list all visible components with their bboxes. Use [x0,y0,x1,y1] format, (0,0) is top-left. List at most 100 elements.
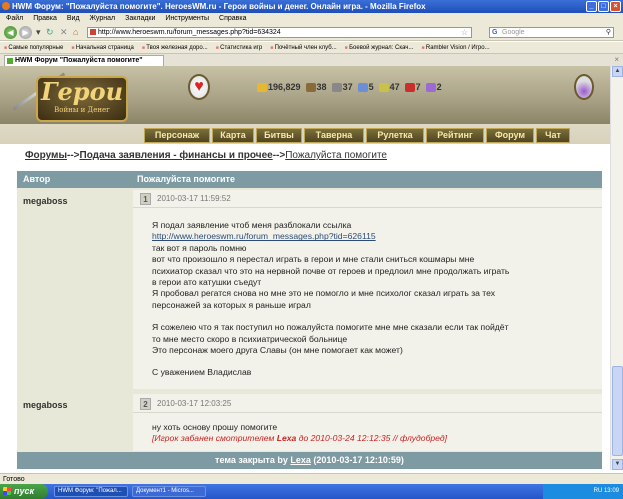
mana-potion-icon [574,74,594,100]
nav-chat[interactable]: Чат [536,128,570,143]
thread-footer: тема закрыта by Lexa (2010-03-17 12:10:5… [17,452,602,469]
post-number[interactable]: 2 [140,398,151,410]
nav-forum[interactable]: Форум [486,128,534,143]
nav-tavern[interactable]: Таверна [304,128,364,143]
taskbar-item-word[interactable]: Документ1 - Micros... [132,486,206,497]
resource-ore: 37 [331,82,353,92]
resource-crystal: 7 [404,82,421,92]
address-text: http://www.heroeswm.ru/forum_messages.ph… [98,29,281,36]
gold-icon [257,82,267,92]
window-title: HWM Форум: "Пожалуйста помогите". Heroes… [12,2,426,11]
nav-battles[interactable]: Битвы [256,128,302,143]
reload-icon[interactable]: ↻ [46,27,54,38]
menu-help[interactable]: Справка [219,13,246,24]
close-button[interactable]: × [610,1,621,12]
nav-rating[interactable]: Рейтинг [426,128,484,143]
resource-wood: 38 [305,82,327,92]
taskbar-item-firefox[interactable]: HWM Форум: "Пожал... [54,486,128,497]
ore-icon [331,82,342,92]
thread-header: Автор Пожалуйста помогите [17,171,602,188]
scroll-down-icon[interactable]: ▼ [612,459,623,470]
search-icon[interactable]: ⚲ [606,28,611,37]
tab-label: HWM Форум "Пожалуйста помогите" [15,57,143,64]
bookmark-item[interactable]: Твоя железная доро... [142,42,207,53]
system-tray: RU 13:09 [543,484,623,499]
post-author[interactable]: megaboss [23,196,68,206]
logo-subtitle: Войны и Денег [54,106,110,114]
health-heart-icon: ♥ [188,74,210,100]
tab-strip: HWM Форум "Пожалуйста помогите" × [0,54,623,66]
home-icon[interactable]: ⌂ [73,27,78,37]
firefox-icon [2,2,10,10]
menu-edit[interactable]: Правка [33,13,57,24]
search-input[interactable]: G Google ⚲ [489,27,614,38]
bookmark-item[interactable]: Почётный член клуб... [270,42,337,53]
bookmark-item[interactable]: Статистика игр [216,42,262,53]
nav-roulette[interactable]: Рулетка [366,128,424,143]
sulfur-icon [378,82,389,92]
navigation-toolbar: ◀ ▶ ▾ ↻ ✕ ⌂ http://www.heroeswm.ru/forum… [0,24,623,41]
bookmark-item[interactable]: Самые популярные [4,42,63,53]
menu-bookmarks[interactable]: Закладки [125,13,155,24]
nav-character[interactable]: Персонаж [144,128,210,143]
dropdown-arrow-icon[interactable]: ▾ [36,27,41,38]
bookmark-item[interactable]: Боевой журнал: Скач... [345,42,413,53]
maximize-button[interactable]: □ [598,1,609,12]
post-meta: 2 2010-03-17 12:03:25 [133,395,602,413]
moderator-link[interactable]: Lexa [277,433,297,443]
bookmark-star-icon[interactable]: ☆ [461,28,468,37]
bookmarks-toolbar: Самые популярные Начальная страница Твоя… [0,42,623,54]
status-text: Готово [3,476,25,483]
breadcrumb: Форумы-->Подача заявления - финансы и пр… [25,150,387,161]
menu-tools[interactable]: Инструменты [165,13,209,24]
resource-mercury: 5 [357,82,374,92]
menu-history[interactable]: Журнал [90,13,116,24]
google-icon: G [492,29,498,36]
breadcrumb-forums-link[interactable]: Форумы [25,150,67,161]
menu-bar: Файл Правка Вид Журнал Закладки Инструме… [0,13,623,24]
game-header: Герои Войны и Денег ♥ 196,829 38 37 5 47… [0,66,610,144]
forward-arrow-icon[interactable]: ▶ [19,26,32,39]
scroll-thumb[interactable] [612,366,623,456]
closed-by-user-link[interactable]: Lexa [290,455,311,465]
bookmark-item[interactable]: Начальная страница [71,42,134,53]
breadcrumb-section-link[interactable]: Подача заявления - финансы и прочее [80,150,273,161]
resources-bar: 196,829 38 37 5 47 7 2 [257,79,475,95]
menu-file[interactable]: Файл [6,13,23,24]
address-bar[interactable]: http://www.heroeswm.ru/forum_messages.ph… [87,27,472,38]
column-author: Автор [23,174,51,184]
breadcrumb-separator: --> [67,150,80,161]
ban-notice: [Игрок забанен смотрителем Lexa до 2010-… [152,433,447,444]
nav-map[interactable]: Карта [212,128,254,143]
tab-favicon-icon [7,58,13,64]
page-scrollbar[interactable]: ▲ ▼ [610,66,623,470]
post-1: 1 2010-03-17 11:59:52 Я подал заявление … [133,190,602,389]
stop-icon[interactable]: ✕ [60,27,68,38]
post-number[interactable]: 1 [140,193,151,205]
game-logo[interactable]: Герои Войны и Денег [36,76,128,122]
gems-icon [425,82,436,92]
start-button[interactable]: пуск [0,484,48,499]
post-meta: 1 2010-03-17 11:59:52 [133,190,602,208]
status-bar: Готово [0,473,623,484]
post-author[interactable]: megaboss [23,400,68,410]
window-controls: _ □ × [586,1,621,12]
post-2: 2 2010-03-17 12:03:25 ну хоть основу про… [133,394,602,451]
breadcrumb-topic-link[interactable]: Пожалуйста помогите [285,150,387,161]
logo-title: Герои [40,77,124,106]
menu-view[interactable]: Вид [67,13,80,24]
resource-sulfur: 47 [378,82,400,92]
tab-current[interactable]: HWM Форум "Пожалуйста помогите" [4,55,164,66]
minimize-button[interactable]: _ [586,1,597,12]
resource-gems: 2 [425,82,442,92]
close-tab-icon[interactable]: × [614,55,619,64]
back-arrow-icon[interactable]: ◀ [4,26,17,39]
bookmark-item[interactable]: Rambler Vision / Игро... [421,42,490,53]
scroll-up-icon[interactable]: ▲ [612,66,623,77]
window-titlebar[interactable]: HWM Форум: "Пожалуйста помогите". Heroes… [0,0,623,13]
post-date: 2010-03-17 12:03:25 [157,399,232,408]
post-link[interactable]: http://www.heroeswm.ru/forum_messages.ph… [152,231,376,241]
wood-icon [305,82,316,92]
taskbar: пуск HWM Форум: "Пожал... Документ1 - Mi… [0,484,623,499]
post-text: ну хоть основу прошу помогите [Игрок заб… [152,422,447,444]
